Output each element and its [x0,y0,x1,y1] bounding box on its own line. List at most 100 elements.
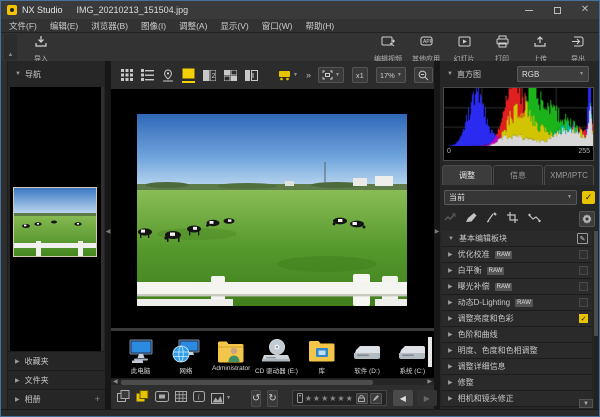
filmstrip-item-libraries[interactable]: 库 [300,334,343,378]
adjust-section-4[interactable]: ▶动态D-LightingRAW [442,295,592,311]
sidebar-item-favorites[interactable]: ▶ 收藏夹 [8,351,105,370]
export-button[interactable]: 导出 [561,35,595,64]
more-tools-chevrons[interactable]: » [306,70,310,80]
straighten-tool-icon[interactable] [528,210,541,228]
adjust-section-5[interactable]: ▶调整亮度和色彩✓ [442,311,592,327]
rating-widget[interactable]: ★★★★★★ [292,390,387,406]
single-pane-button[interactable] [117,389,130,407]
adjustments-preset-select[interactable]: 当前 ▼ [444,190,577,205]
menu-item-0[interactable]: 文件(F) [9,20,37,32]
multi-view-button[interactable] [224,68,237,83]
image-viewer[interactable] [111,89,434,328]
fit-to-screen-button[interactable]: ▼ [318,67,344,83]
menu-item-1[interactable]: 编辑(E) [50,20,78,32]
menu-item-5[interactable]: 显示(V) [220,20,248,32]
label-tag-icon [297,393,303,403]
apply-adjustments-checkbox[interactable]: ✓ [582,191,595,204]
tab-xmp-iptc[interactable]: XMP/IPTC [544,165,594,185]
star-rating[interactable]: ★★★★★★ [305,394,354,403]
tab-info[interactable]: 信息 [493,165,543,185]
edit-list-icon[interactable]: ✎ [577,233,588,244]
zoom-out-button[interactable] [414,67,433,83]
previous-image-button[interactable]: ◀ [393,390,413,406]
section-checkbox[interactable] [579,298,588,307]
adjust-section-3[interactable]: ▶曝光补偿RAW [442,279,592,295]
rotate-left-button[interactable]: ↺ [251,390,261,407]
right-panel-scrollbar[interactable] [594,231,598,409]
adjust-section-8[interactable]: ▶调整详细信息 [442,359,592,375]
next-thumbnail-edge[interactable] [428,337,432,367]
navigation-thumbnail[interactable] [13,187,97,257]
grid-view-button[interactable] [121,68,133,83]
tab-adjustments[interactable]: 调整 [442,165,492,185]
zoom-1x-button[interactable]: x1 [352,67,368,83]
scroll-down-button[interactable]: ▼ [579,399,593,408]
adjust-section-2[interactable]: ▶白平衡RAW [442,263,592,279]
chevron-down-icon: ▼ [448,236,454,242]
maximize-button[interactable] [543,1,571,19]
protect-button[interactable] [356,393,368,404]
filmstrip-item-drive-d[interactable]: 软件 (D:) [345,334,388,378]
adjust-section-10[interactable]: ▶相机和镜头修正 [442,391,592,407]
section-checkbox[interactable] [579,266,588,275]
close-button[interactable]: ✕ [571,1,599,19]
grid-overlay-button[interactable] [175,389,187,407]
picker-tool-icon[interactable] [486,210,498,228]
sidebar-item-folders[interactable]: ▶ 文件夹 [8,370,105,389]
filmstrip-item-cd-drive[interactable]: CD 驱动器 (E:) [255,334,298,378]
filmstrip-scrollbar[interactable]: ◀ ▶ [111,378,434,385]
title-bar[interactable]: NX Studio IMG_20210213_151504.jpg ✕ [1,1,599,19]
minimize-button[interactable] [515,1,543,19]
navigation-scrollbar[interactable] [101,87,104,351]
menu-item-2[interactable]: 浏览器(B) [91,20,128,32]
settings-gear-button[interactable] [579,211,595,227]
filmstrip-item-administrator[interactable]: Administrator [210,334,253,378]
toolbar-collapse-button[interactable]: ▲ [4,34,17,60]
add-album-icon[interactable]: + [95,394,100,404]
adjust-section-1[interactable]: ▶优化校准RAW [442,247,592,263]
slideshow-button[interactable]: 幻灯片 [447,35,481,64]
show-filmstrip-button[interactable] [136,389,149,407]
adjust-section-6[interactable]: ▶色阶和曲线 [442,327,592,343]
histogram-overlay-button[interactable]: ▼ [211,393,231,404]
import-button[interactable]: 导入 [25,35,57,64]
rotate-right-button[interactable]: ↻ [267,390,277,407]
section-checkbox-checked[interactable]: ✓ [579,314,588,323]
adjust-section-0[interactable]: ▼基本编辑板块✎ [442,231,592,247]
menu-item-6[interactable]: 窗口(W) [262,20,293,32]
photo-canvas[interactable] [137,114,407,306]
single-image-view-button[interactable] [182,68,195,83]
retouch-brush-icon[interactable] [465,210,477,228]
list-view-button[interactable] [141,68,154,83]
edit-video-button[interactable]: 编辑视频 [371,35,405,64]
section-checkbox[interactable] [579,282,588,291]
adjust-section-7[interactable]: ▶明度、色度和色相调整 [442,343,592,359]
two-up-view-button[interactable]: 2 [203,68,216,83]
print-button[interactable]: 打印 [485,35,519,64]
menu-item-4[interactable]: 调整(A) [179,20,207,32]
crop-tool-icon[interactable] [507,210,519,228]
histogram-channel-select[interactable]: RGB ▼ [517,66,589,82]
info-overlay-button[interactable]: i [193,389,205,407]
section-checkbox[interactable] [579,250,588,259]
copy-adjustments-icon[interactable] [444,210,456,228]
filmstrip-item-this-pc[interactable]: 此电脑 [119,334,162,378]
navigation-panel-header[interactable]: ▼ 导航 [8,61,105,87]
right-panel-scrollbar-thumb[interactable] [594,231,598,336]
other-apps-button[interactable]: APP 其他应用 [409,35,443,64]
sidebar-item-albums[interactable]: ▶ 相册 + [8,389,105,408]
menu-item-7[interactable]: 帮助(H) [305,20,334,32]
compare-view-button[interactable] [245,68,258,83]
fit-frame-button[interactable] [155,389,169,407]
filmstrip-item-network[interactable]: 网络 [164,334,207,378]
thumbnail-tray-button[interactable]: ▼ [278,68,298,83]
menu-item-3[interactable]: 图像(I) [141,20,166,32]
caret-down-icon: ▼ [293,72,298,78]
map-view-button[interactable] [162,68,174,83]
upload-button[interactable]: 上传 [523,35,557,64]
next-image-button[interactable]: ▶ [417,390,437,406]
adjust-section-9[interactable]: ▶修整 [442,375,592,391]
histogram-header[interactable]: ▼ 直方图 RGB ▼ [440,61,599,87]
edit-label-button[interactable] [370,393,382,404]
zoom-percent-select[interactable]: 17% ▼ [376,67,406,83]
